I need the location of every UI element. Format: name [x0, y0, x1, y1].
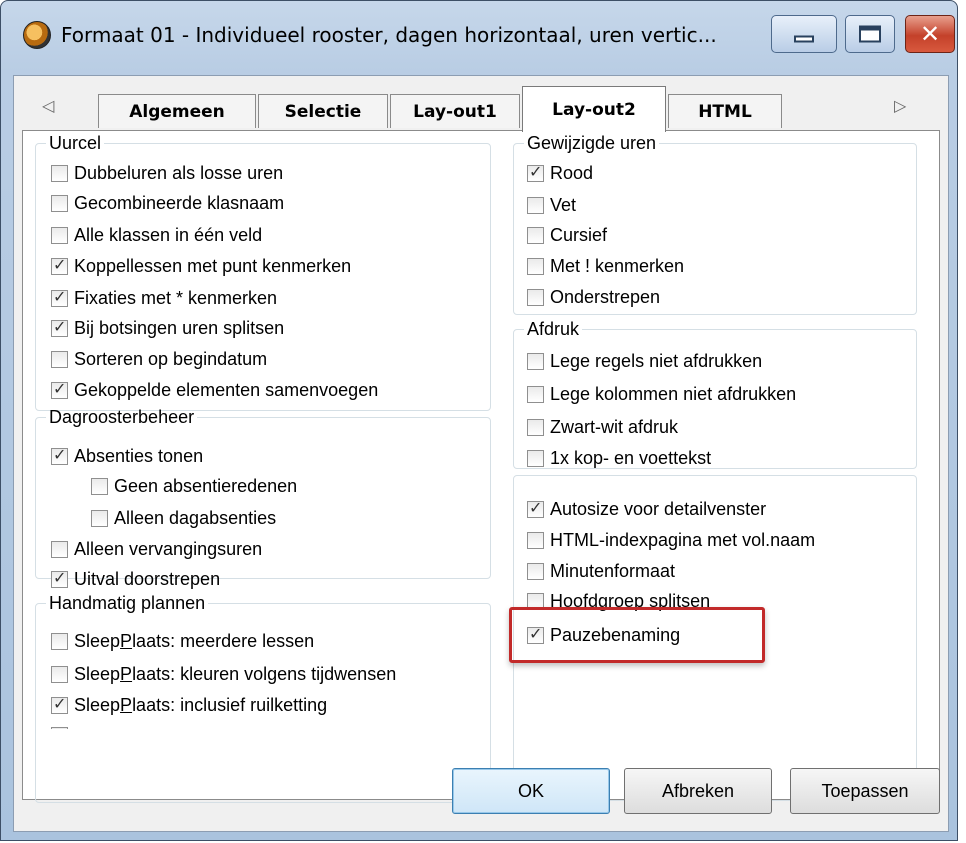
checkbox-box — [527, 226, 544, 244]
checkbox-box — [51, 726, 68, 729]
apply-button[interactable]: Toepassen — [790, 768, 940, 814]
clock-app-icon — [23, 21, 51, 49]
checkbox-box — [527, 196, 544, 214]
checkbox-box-checked — [51, 445, 68, 465]
checkbox-fixaties[interactable]: Fixaties met * kenmerken — [51, 284, 277, 312]
checkbox-zwart-wit[interactable]: Zwart-wit afdruk — [527, 413, 678, 441]
checkbox-sorteren-begindatum[interactable]: Sorteren op begindatum — [51, 345, 267, 373]
checkbox-minutenformaat[interactable]: Minutenformaat — [527, 557, 675, 585]
checkbox-box-checked — [51, 694, 68, 714]
checkbox-cursief[interactable]: Cursief — [527, 221, 607, 249]
checkbox-rood[interactable]: Rood — [527, 159, 593, 187]
group-dagroosterbeheer-legend: Dagroosterbeheer — [49, 407, 195, 427]
checkbox-box-checked — [51, 255, 68, 275]
checkbox-uitval-doorstrepen[interactable]: Uitval doorstrepen — [51, 565, 220, 593]
checkbox-box-checked — [51, 568, 68, 588]
checkbox-gekoppelde-elementen[interactable]: Gekoppelde elementen samenvoegen — [51, 376, 378, 404]
close-button[interactable]: ✕ — [905, 15, 955, 53]
group-afdruk-legend: Afdruk — [527, 319, 580, 339]
checkbox-box — [51, 632, 68, 650]
checkbox-geen-absentieredenen[interactable]: Geen absentieredenen — [91, 472, 297, 500]
checkbox-box-checked — [527, 624, 544, 644]
checkbox-met-kenmerken[interactable]: Met ! kenmerken — [527, 252, 684, 280]
checkbox-box — [51, 226, 68, 244]
minimize-button[interactable] — [771, 15, 837, 53]
dialog-window: Formaat 01 - Individueel rooster, dagen … — [0, 0, 958, 841]
checkbox-box — [527, 288, 544, 306]
window-title: Formaat 01 - Individueel rooster, dagen … — [61, 23, 717, 47]
checkbox-alleen-vervangingsuren[interactable]: Alleen vervangingsuren — [51, 535, 262, 563]
group-gewijzigde-legend: Gewijzigde uren — [527, 133, 657, 153]
checkbox-box — [51, 540, 68, 558]
tab-selectie[interactable]: Selectie — [258, 94, 388, 128]
checkbox-box-checked — [527, 162, 544, 182]
checkbox-botsingen-splitsen[interactable]: Bij botsingen uren splitsen — [51, 314, 284, 342]
checkbox-box-checked — [51, 287, 68, 307]
checkbox-sleepplaats-ruilketting[interactable]: SleepPlaats: inclusief ruilketting — [51, 691, 327, 719]
tab-lay-out2[interactable]: Lay-out2 — [522, 86, 666, 132]
checkbox-box-checked — [51, 379, 68, 399]
tab-scroll-left-icon[interactable]: ◁ — [42, 96, 54, 115]
checkbox-dubbeluren[interactable]: Dubbeluren als losse uren — [51, 159, 283, 187]
tab-algemeen[interactable]: Algemeen — [98, 94, 256, 128]
dialog-client-area: ◁ Algemeen Selectie Lay-out1 Lay-out2 HT… — [13, 75, 949, 832]
checkbox-vet[interactable]: Vet — [527, 191, 576, 219]
checkbox-box — [527, 257, 544, 275]
checkbox-sleepplaats-meerdere-lessen[interactable]: Sleep Plaats: meerdere lessen — [51, 627, 314, 655]
minimize-icon — [794, 35, 814, 43]
group-uurcel-legend: Uurcel — [49, 133, 102, 153]
tab-lay-out1[interactable]: Lay-out1 — [390, 94, 520, 128]
tab-panel-lay-out2: Uurcel Dubbeluren als losse uren Gecombi… — [22, 130, 940, 803]
checkbox-box-checked — [51, 317, 68, 337]
checkbox-gecombineerde-klasnaam[interactable]: Gecombineerde klasnaam — [51, 189, 284, 217]
checkbox-onderstrepen[interactable]: Onderstrepen — [527, 283, 660, 311]
checkbox-box — [527, 449, 544, 467]
maximize-button[interactable] — [845, 15, 895, 53]
checkbox-box — [91, 477, 108, 495]
checkbox-autosize[interactable]: Autosize voor detailvenster — [527, 495, 766, 523]
checkbox-lege-regels[interactable]: Lege regels niet afdrukken — [527, 347, 762, 375]
tab-strip: ◁ Algemeen Selectie Lay-out1 Lay-out2 HT… — [14, 76, 948, 132]
cancel-button[interactable]: Afbreken — [624, 768, 772, 814]
checkbox-box — [51, 194, 68, 212]
group-handmatig-legend: Handmatig plannen — [49, 593, 206, 613]
ok-button[interactable]: OK — [452, 768, 610, 814]
tab-html[interactable]: HTML — [668, 94, 782, 128]
checkbox-html-indexpagina[interactable]: HTML-indexpagina met vol.naam — [527, 526, 815, 554]
checkbox-box-checked — [527, 498, 544, 518]
checkbox-cut-off[interactable] — [51, 721, 74, 729]
maximize-icon — [859, 25, 881, 43]
checkbox-box — [51, 665, 68, 683]
checkbox-kop-voettekst[interactable]: 1x kop- en voettekst — [527, 444, 711, 472]
checkbox-box — [527, 418, 544, 436]
checkbox-absenties-tonen[interactable]: Absenties tonen — [51, 442, 203, 470]
checkbox-box — [91, 509, 108, 527]
checkbox-pauzebenaming[interactable]: Pauzebenaming — [527, 621, 680, 649]
checkbox-box — [527, 352, 544, 370]
tab-scroll-right-icon[interactable]: ▷ — [894, 96, 906, 115]
checkbox-box — [51, 164, 68, 182]
checkbox-box — [51, 350, 68, 368]
title-bar[interactable]: Formaat 01 - Individueel rooster, dagen … — [1, 1, 957, 75]
checkbox-alleen-dagabsenties[interactable]: Alleen dagabsenties — [91, 504, 276, 532]
checkbox-box — [527, 385, 544, 403]
checkbox-koppellessen[interactable]: Koppellessen met punt kenmerken — [51, 252, 351, 280]
close-icon: ✕ — [919, 20, 941, 48]
checkbox-sleepplaats-kleuren[interactable]: Sleep Plaats: kleuren volgens tijdwensen — [51, 660, 396, 688]
checkbox-lege-kolommen[interactable]: Lege kolommen niet afdrukken — [527, 380, 796, 408]
checkbox-box — [527, 531, 544, 549]
checkbox-alle-klassen[interactable]: Alle klassen in één veld — [51, 221, 262, 249]
checkbox-box — [527, 562, 544, 580]
